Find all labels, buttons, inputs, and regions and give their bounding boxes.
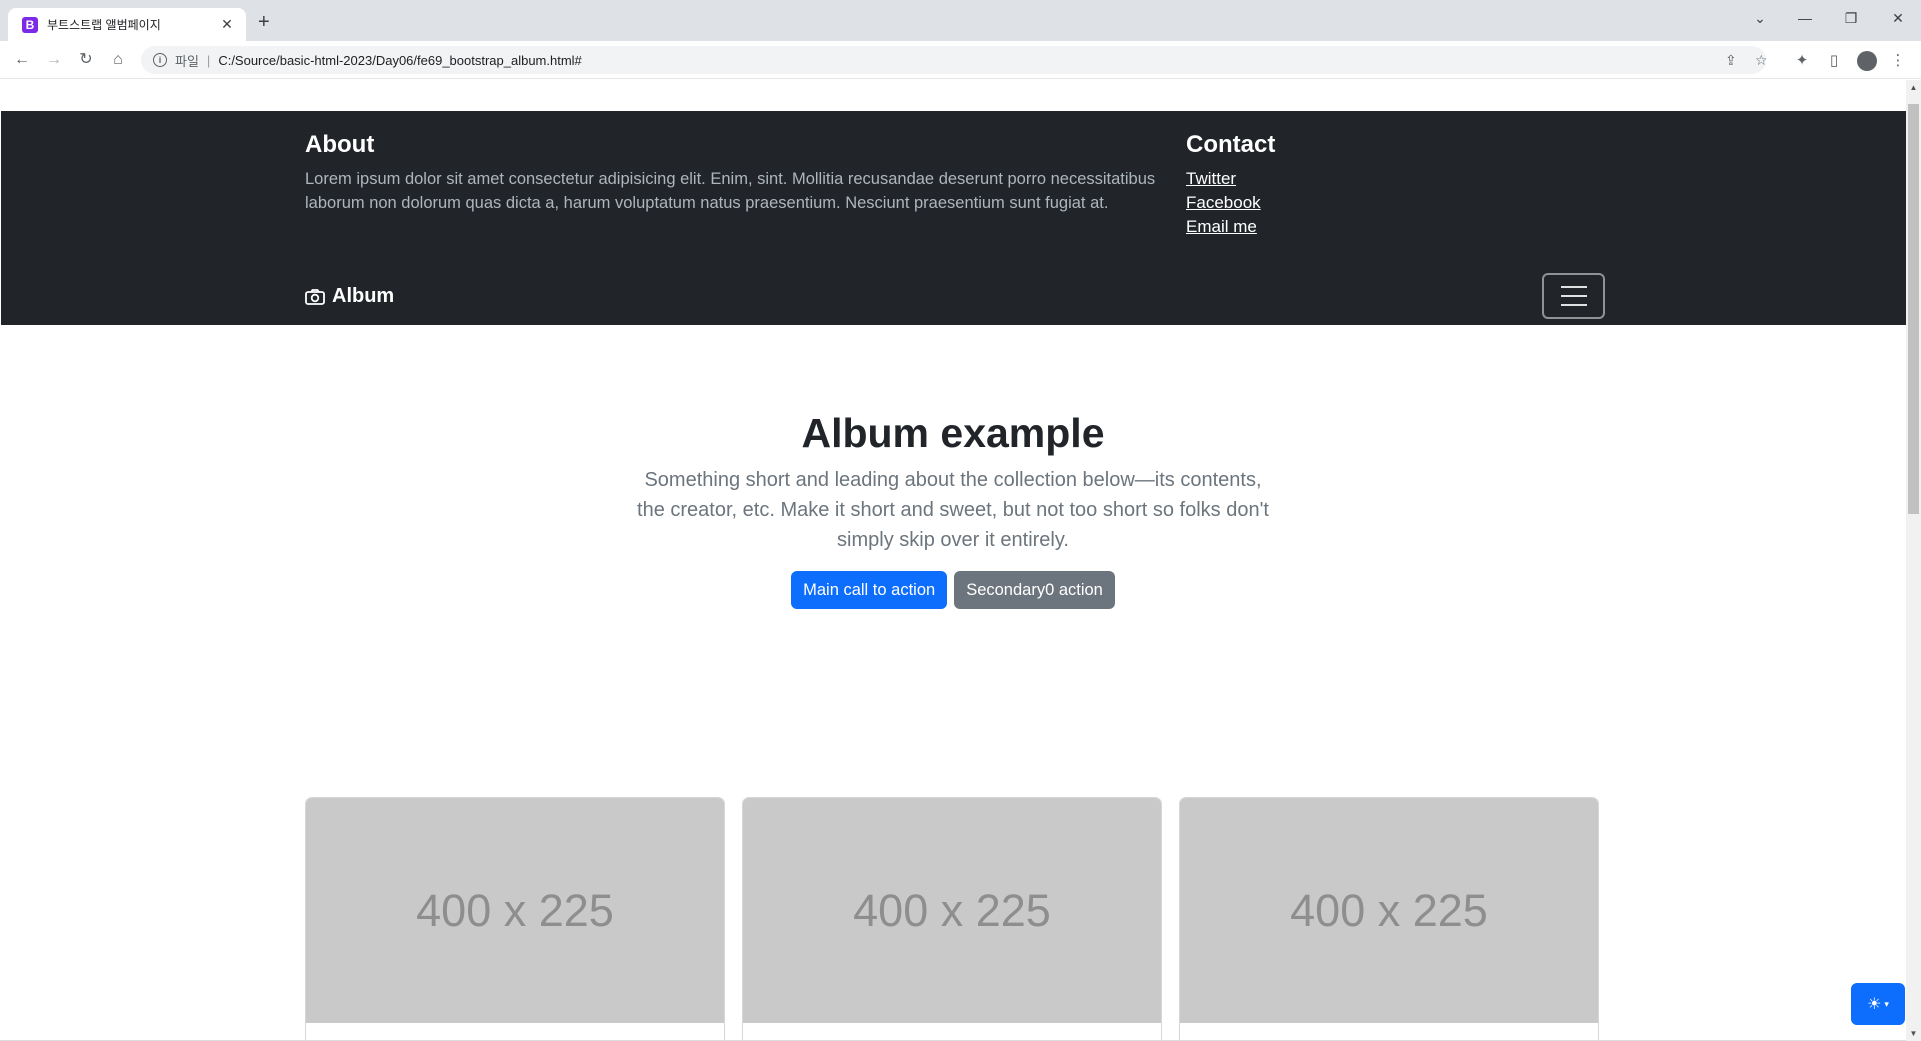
about-text: Lorem ipsum dolor sit amet consectetur a…: [305, 170, 1156, 212]
menu-icon[interactable]: ⋮: [1888, 51, 1908, 69]
camera-icon: [305, 288, 325, 305]
hero-actions: Main call to action Secondary0 action: [0, 571, 1906, 609]
profile-icon[interactable]: [1857, 51, 1877, 71]
share-icon[interactable]: ⇪: [1725, 52, 1737, 69]
email-link[interactable]: Email me: [1186, 217, 1257, 236]
home-icon[interactable]: ⌂: [108, 50, 128, 70]
restore-icon[interactable]: ❐: [1836, 10, 1866, 27]
album-card: 400 x 225: [1179, 797, 1599, 1041]
sidebar-icon[interactable]: ▯: [1824, 51, 1844, 69]
navbar-toggler-button[interactable]: [1542, 273, 1605, 319]
browser-toolbar: ← → ↻ ⌂ i 파일 | C:/Source/basic-html-2023…: [0, 41, 1921, 79]
back-icon[interactable]: ←: [12, 50, 32, 70]
hero-section: Album example Something short and leadin…: [0, 410, 1906, 609]
about-heading: About: [305, 131, 375, 158]
star-icon[interactable]: ☆: [1755, 52, 1768, 69]
minimize-icon[interactable]: —: [1790, 10, 1820, 26]
url-text[interactable]: C:/Source/basic-html-2023/Day06/fe69_boo…: [218, 53, 581, 68]
secondary-action-button[interactable]: Secondary0 action: [954, 571, 1115, 609]
favicon-icon: B: [22, 16, 38, 33]
card-thumbnail: 400 x 225: [1180, 798, 1598, 1023]
url-scheme: 파일: [175, 53, 199, 69]
close-window-icon[interactable]: ✕: [1883, 10, 1913, 27]
new-tab-button[interactable]: +: [258, 12, 270, 32]
album-cards: 400 x 225 400 x 225 400 x 225: [305, 797, 1601, 1041]
address-bar[interactable]: i 파일 | C:/Source/basic-html-2023/Day06/f…: [141, 46, 1768, 74]
contact-heading: Contact: [1186, 131, 1276, 158]
tab-title: 부트스트랩 앨범페이지: [47, 18, 161, 32]
card-thumbnail: 400 x 225: [306, 798, 724, 1023]
hamburger-line: [1560, 295, 1587, 297]
navbar-brand[interactable]: Album: [305, 285, 394, 308]
url-separator: |: [206, 52, 211, 68]
hero-title: Album example: [801, 410, 1105, 456]
scroll-down-icon[interactable]: ▼: [1906, 1026, 1921, 1041]
theme-toggle-button[interactable]: ☀ ▾: [1851, 983, 1905, 1025]
browser-tab[interactable]: B 부트스트랩 앨범페이지 ✕: [8, 8, 246, 41]
vertical-scrollbar[interactable]: ▲ ▼: [1906, 80, 1921, 1041]
brand-label: Album: [332, 285, 395, 307]
page-viewport: About Lorem ipsum dolor sit amet consect…: [0, 80, 1921, 1041]
info-icon[interactable]: i: [153, 53, 167, 67]
hamburger-line: [1560, 304, 1587, 306]
scroll-up-icon[interactable]: ▲: [1906, 80, 1921, 95]
reload-icon[interactable]: ↻: [76, 50, 96, 70]
scrollbar-thumb[interactable]: [1908, 104, 1919, 514]
forward-icon[interactable]: →: [44, 50, 64, 70]
sun-icon: ☀: [1867, 996, 1882, 1013]
extensions-icon[interactable]: ✦: [1792, 51, 1812, 69]
hamburger-line: [1560, 286, 1587, 288]
main-action-button[interactable]: Main call to action: [791, 571, 948, 609]
facebook-link[interactable]: Facebook: [1186, 193, 1261, 212]
tab-strip: B 부트스트랩 앨범페이지 ✕ + ⌄ — ❐ ✕: [0, 0, 1921, 41]
card-thumbnail: 400 x 225: [743, 798, 1161, 1023]
site-header: About Lorem ipsum dolor sit amet consect…: [1, 111, 1906, 325]
close-tab-icon[interactable]: ✕: [218, 16, 236, 33]
contact-links: Twitter Facebook Email me: [1186, 167, 1261, 239]
album-card: 400 x 225: [305, 797, 725, 1041]
twitter-link[interactable]: Twitter: [1186, 169, 1236, 188]
album-card: 400 x 225: [742, 797, 1162, 1041]
tab-search-icon[interactable]: ⌄: [1745, 10, 1775, 27]
caret-down-icon: ▾: [1884, 998, 1889, 1009]
hero-lead: Something short and leading about the co…: [637, 469, 1269, 551]
